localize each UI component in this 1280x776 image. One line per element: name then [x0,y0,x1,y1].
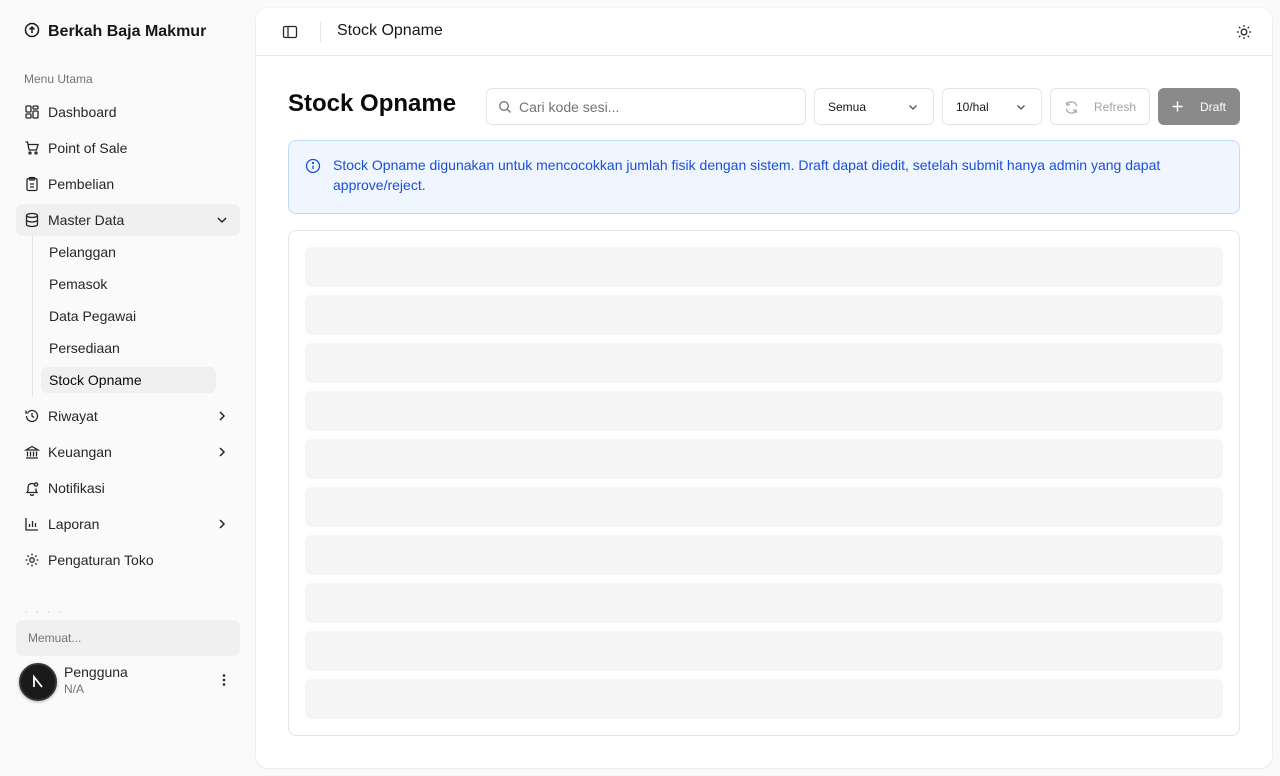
sessions-table-loading [288,230,1240,736]
avatar [19,663,57,701]
info-icon [305,158,321,174]
sidebar: Berkah Baja Makmur Menu Utama Dashboard … [0,0,256,776]
brand-name: Berkah Baja Makmur [48,23,207,40]
sun-icon[interactable] [1236,24,1252,40]
skeleton-row [305,583,1223,623]
sidebar-item-dashboard[interactable]: Dashboard [16,96,240,128]
skeleton-row [305,343,1223,383]
sidebar-item-label: Keuangan [48,444,112,460]
chevron-right-icon [214,516,230,532]
sidebar-subitem-persediaan[interactable]: Persediaan [41,335,216,361]
sidebar-item-label: Point of Sale [48,140,128,156]
chevron-right-icon [214,408,230,424]
skeleton-row [305,439,1223,479]
draft-label: Draft [1200,99,1227,114]
add-draft-button[interactable]: Draft [1158,88,1240,125]
topbar-separator [320,22,321,42]
bank-icon [24,444,40,460]
sidebar-item-keuangan[interactable]: Keuangan [16,436,240,468]
bell-icon [24,480,40,496]
sidebar-item-pengaturan-toko[interactable]: Pengaturan Toko [16,544,240,576]
page-title: Stock Opname [288,90,457,117]
scroll-fade-indicator: · · · · · [24,604,64,616]
skeleton-row [305,487,1223,527]
brand[interactable]: Berkah Baja Makmur [24,20,206,44]
sidebar-item-riwayat[interactable]: Riwayat [16,400,240,432]
sidebar-subitem-stock-opname[interactable]: Stock Opname [41,367,216,393]
status-filter-select[interactable]: Semua [814,88,934,125]
sidebar-item-pembelian[interactable]: Pembelian [16,168,240,200]
status-filter-value: Semua [828,99,867,114]
loading-status: Memuat... [16,620,240,656]
skeleton-row [305,631,1223,671]
user-profile[interactable]: Pengguna N/A [16,660,240,704]
arrow-up-circle-icon [24,22,40,43]
topbar: Stock Opname [256,8,1272,56]
sidebar-toggle-icon[interactable] [282,24,298,40]
sidebar-subitem-pelanggan[interactable]: Pelanggan [41,239,216,265]
sidebar-item-label: Pembelian [48,176,115,192]
database-icon [24,212,40,228]
sidebar-item-master-data[interactable]: Master Data [16,204,240,236]
bar-chart-icon [24,516,40,532]
info-alert: Stock Opname digunakan untuk mencocokkan… [288,140,1240,214]
more-vertical-icon[interactable] [216,672,232,688]
cart-icon [24,140,40,156]
sidebar-item-label: Dashboard [48,104,117,120]
sidebar-subitem-data-pegawai[interactable]: Data Pegawai [41,303,216,329]
user-name: Pengguna [64,664,128,680]
refresh-label: Refresh [1094,99,1137,114]
skeleton-row [305,535,1223,575]
refresh-button[interactable]: Refresh [1050,88,1150,125]
clipboard-icon [24,176,40,192]
chevron-down-icon [214,212,230,228]
main-panel: Stock Opname Stock Opname Semua 10/hal R… [256,8,1272,768]
sidebar-item-laporan[interactable]: Laporan [16,508,240,540]
refresh-icon [1065,101,1078,114]
submenu-guide-line [32,236,33,396]
history-icon [24,408,40,424]
search-input[interactable] [519,89,799,124]
sidebar-item-label: Pengaturan Toko [48,552,154,568]
chevron-down-icon [909,105,917,110]
skeleton-row [305,391,1223,431]
page-size-value: 10/hal [956,99,989,114]
info-alert-text: Stock Opname digunakan untuk mencocokkan… [333,157,1161,193]
user-role: N/A [64,682,85,696]
sidebar-subitem-pemasok[interactable]: Pemasok [41,271,216,297]
sidebar-item-label: Master Data [48,212,125,228]
skeleton-row [305,295,1223,335]
menu-group-label: Menu Utama [24,72,93,86]
search-box [486,88,806,125]
sidebar-item-label: Laporan [48,516,100,532]
dashboard-icon [24,104,40,120]
skeleton-row [305,679,1223,719]
chevron-right-icon [214,444,230,460]
breadcrumb: Stock Opname [337,22,443,39]
page-size-select[interactable]: 10/hal [942,88,1042,125]
gear-icon [24,552,40,568]
sidebar-item-label: Notifikasi [48,480,105,496]
skeleton-row [305,247,1223,287]
plus-icon [1172,101,1183,112]
sidebar-item-point-of-sale[interactable]: Point of Sale [16,132,240,164]
sidebar-item-notifikasi[interactable]: Notifikasi [16,472,240,504]
chevron-down-icon [1017,105,1025,110]
sidebar-item-label: Riwayat [48,408,98,424]
